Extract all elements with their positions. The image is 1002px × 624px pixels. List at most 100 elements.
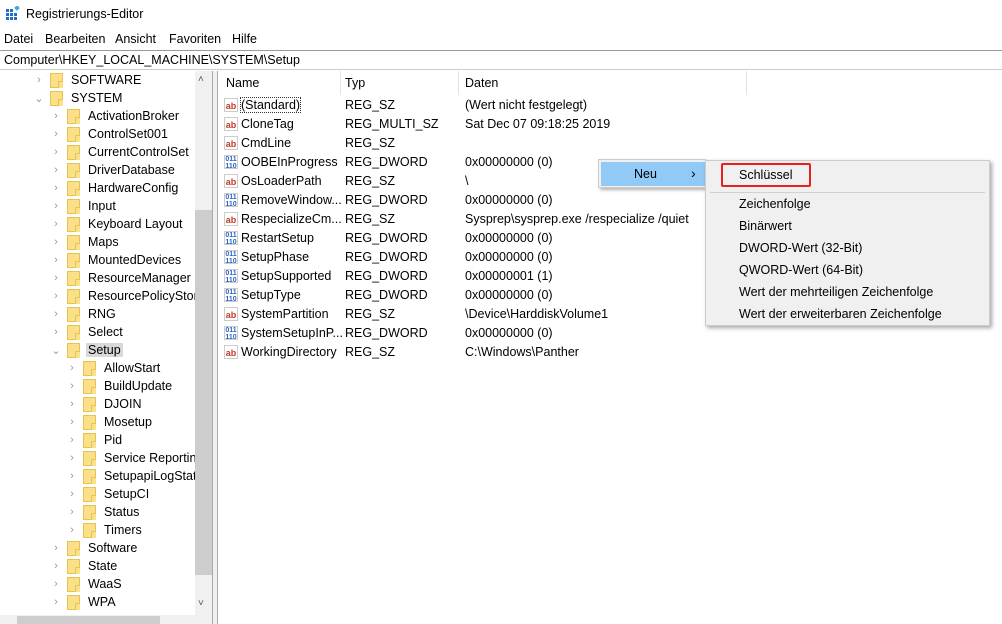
tree-item[interactable]: › DriverDatabase bbox=[51, 161, 177, 179]
folder-icon bbox=[83, 414, 96, 430]
scroll-down-icon[interactable]: ˅ bbox=[198, 598, 204, 609]
string-value-icon: ab bbox=[224, 117, 238, 131]
scroll-up-icon[interactable]: ˄ bbox=[198, 74, 204, 85]
tree-item[interactable]: › State bbox=[51, 557, 119, 575]
binary-value-icon: 011 110 bbox=[224, 250, 238, 265]
tree-hscroll-thumb[interactable] bbox=[17, 616, 160, 624]
menu-ansicht[interactable]: Ansicht bbox=[115, 32, 156, 46]
tree-item[interactable]: › AllowStart bbox=[67, 359, 162, 377]
tree-item[interactable]: › Mosetup bbox=[67, 413, 154, 431]
tree-item[interactable]: › Service Reporting bbox=[67, 449, 205, 467]
column-divider[interactable] bbox=[340, 71, 341, 95]
menu-favoriten[interactable]: Favoriten bbox=[169, 32, 221, 46]
value-row[interactable]: ab CloneTag REG_MULTI_SZ Sat Dec 07 09:18:2… bbox=[218, 115, 1002, 134]
menu-hilfe[interactable]: Hilfe bbox=[232, 32, 257, 46]
chevron-right-icon[interactable]: › bbox=[67, 488, 77, 500]
chevron-right-icon[interactable]: › bbox=[67, 524, 77, 536]
chevron-right-icon[interactable]: › bbox=[67, 452, 77, 464]
tree-item[interactable]: ⌄ Setup bbox=[51, 341, 123, 359]
tree-item[interactable]: › HardwareConfig bbox=[51, 179, 180, 197]
column-header-name[interactable]: Name bbox=[226, 76, 259, 90]
chevron-right-icon[interactable]: › bbox=[51, 542, 61, 554]
tree-item[interactable]: › ResourcePolicyStore bbox=[51, 287, 207, 305]
chevron-right-icon[interactable]: › bbox=[51, 290, 61, 302]
tree-item-label: Status bbox=[104, 505, 140, 519]
value-name: RestartSetup bbox=[241, 231, 314, 245]
binary-value-icon: 011 110 bbox=[224, 269, 238, 284]
chevron-right-icon[interactable]: › bbox=[67, 434, 77, 446]
tree-item[interactable]: › ResourceManager bbox=[51, 269, 193, 287]
chevron-right-icon[interactable]: › bbox=[51, 272, 61, 284]
menu-item-zeichenfolge[interactable]: Zeichenfolge bbox=[739, 197, 811, 211]
menu-item-dword[interactable]: DWORD-Wert (32-Bit) bbox=[739, 241, 862, 255]
submenu-neu: Schlüssel Zeichenfolge Binärwert DWORD-W… bbox=[705, 160, 990, 326]
value-row[interactable]: ab CmdLine REG_SZ bbox=[218, 134, 1002, 153]
tree-item[interactable]: › SetupCI bbox=[67, 485, 151, 503]
tree-item[interactable]: › ActivationBroker bbox=[51, 107, 181, 125]
tree-item[interactable]: › WPA bbox=[51, 593, 118, 611]
chevron-right-icon[interactable]: › bbox=[51, 560, 61, 572]
column-divider[interactable] bbox=[458, 71, 459, 95]
tree-item-label: AllowStart bbox=[104, 361, 161, 375]
tree-item[interactable]: › CurrentControlSet bbox=[51, 143, 191, 161]
value-row[interactable]: ab (Standard) REG_SZ (Wert nicht festgelegt… bbox=[218, 96, 1002, 115]
tree-item[interactable]: › SOFTWARE bbox=[34, 71, 143, 89]
chevron-right-icon[interactable]: › bbox=[51, 596, 61, 608]
chevron-right-icon[interactable]: › bbox=[51, 578, 61, 590]
address-bar[interactable]: Computer\HKEY_LOCAL_MACHINE\SYSTEM\Setup bbox=[0, 50, 1002, 70]
chevron-right-icon[interactable]: › bbox=[51, 110, 61, 122]
chevron-right-icon[interactable]: › bbox=[51, 164, 61, 176]
value-data: 0x00000000 (0) bbox=[465, 231, 553, 245]
chevron-right-icon[interactable]: › bbox=[51, 308, 61, 320]
tree-item[interactable]: › WaaS bbox=[51, 575, 124, 593]
column-header-data[interactable]: Daten bbox=[465, 76, 498, 90]
chevron-right-icon[interactable]: › bbox=[51, 218, 61, 230]
tree-item[interactable]: › Timers bbox=[67, 521, 144, 539]
chevron-right-icon[interactable]: › bbox=[51, 326, 61, 338]
menu-item-expandable-string[interactable]: Wert der erweiterbaren Zeichenfolge bbox=[739, 307, 942, 321]
chevron-right-icon[interactable]: › bbox=[51, 200, 61, 212]
menu-item-binaerwert[interactable]: Binärwert bbox=[739, 219, 792, 233]
value-data: Sysprep\sysprep.exe /respecialize /quiet bbox=[465, 212, 689, 226]
chevron-right-icon[interactable]: › bbox=[67, 470, 77, 482]
column-divider[interactable] bbox=[746, 71, 747, 95]
chevron-right-icon[interactable]: › bbox=[51, 236, 61, 248]
tree-item[interactable]: › BuildUpdate bbox=[67, 377, 174, 395]
chevron-right-icon[interactable]: › bbox=[67, 506, 77, 518]
tree-item[interactable]: › Maps bbox=[51, 233, 121, 251]
tree-item[interactable]: › Pid bbox=[67, 431, 124, 449]
chevron-right-icon[interactable]: › bbox=[67, 380, 77, 392]
chevron-right-icon[interactable]: › bbox=[51, 182, 61, 194]
tree-item[interactable]: › MountedDevices bbox=[51, 251, 183, 269]
chevron-right-icon[interactable]: › bbox=[51, 128, 61, 140]
tree-item[interactable]: › SetupapiLogStatu bbox=[67, 467, 205, 485]
menu-item-neu[interactable]: Neu › bbox=[601, 162, 705, 186]
tree-item[interactable]: › Select bbox=[51, 323, 125, 341]
chevron-right-icon[interactable]: › bbox=[51, 146, 61, 158]
tree-item[interactable]: › Input bbox=[51, 197, 118, 215]
column-header-type[interactable]: Typ bbox=[345, 76, 365, 90]
tree-item[interactable]: › Keyboard Layout bbox=[51, 215, 185, 233]
tree-item[interactable]: › RNG bbox=[51, 305, 118, 323]
tree-scroll-thumb[interactable] bbox=[195, 210, 212, 575]
tree-item[interactable]: › DJOIN bbox=[67, 395, 144, 413]
menu-item-multi-string[interactable]: Wert der mehrteiligen Zeichenfolge bbox=[739, 285, 933, 299]
menu-item-schluessel[interactable]: Schlüssel bbox=[739, 168, 793, 182]
chevron-right-icon[interactable]: › bbox=[67, 416, 77, 428]
chevron-right-icon[interactable]: › bbox=[67, 398, 77, 410]
menu-datei[interactable]: Datei bbox=[4, 32, 33, 46]
menu-item-qword[interactable]: QWORD-Wert (64-Bit) bbox=[739, 263, 863, 277]
tree-item[interactable]: › ControlSet001 bbox=[51, 125, 170, 143]
tree-item[interactable]: › Software bbox=[51, 539, 139, 557]
chevron-right-icon[interactable]: › bbox=[51, 254, 61, 266]
value-row[interactable]: 011 110 SystemSetupInP... REG_DWORD 0x000000… bbox=[218, 324, 1002, 343]
chevron-down-icon[interactable]: ⌄ bbox=[34, 92, 44, 105]
chevron-right-icon[interactable]: › bbox=[67, 362, 77, 374]
tree-item[interactable]: ⌄ SYSTEM bbox=[34, 89, 124, 107]
chevron-right-icon[interactable]: › bbox=[34, 74, 44, 86]
value-row[interactable]: ab WorkingDirectory REG_SZ C:\Windows\Panth… bbox=[218, 343, 1002, 362]
menu-bearbeiten[interactable]: Bearbeiten bbox=[45, 32, 105, 46]
context-menu: Neu › bbox=[598, 159, 706, 188]
tree-item[interactable]: › Status bbox=[67, 503, 141, 521]
chevron-down-icon[interactable]: ⌄ bbox=[51, 344, 61, 357]
